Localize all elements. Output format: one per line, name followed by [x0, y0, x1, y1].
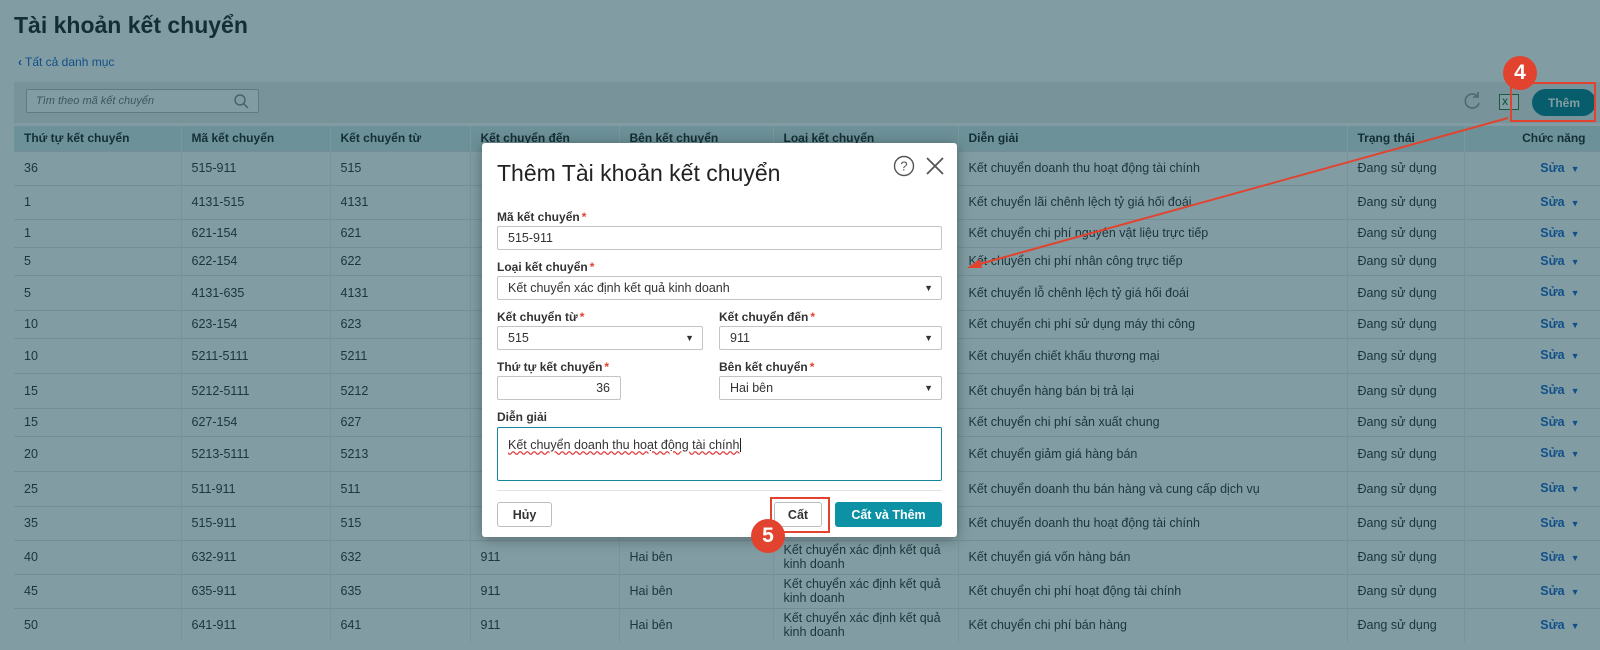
order-field[interactable]: 36: [497, 376, 621, 400]
description-value: Kết chuyển doanh thu hoạt động tài chính: [508, 438, 740, 452]
text-cursor: [740, 438, 742, 452]
to-label: Kết chuyển đến *: [719, 310, 815, 324]
order-label-text: Thứ tự kết chuyển: [497, 360, 603, 374]
help-icon[interactable]: ?: [893, 155, 915, 180]
dropdown-caret-icon: ▼: [924, 333, 933, 343]
from-value: 515: [508, 331, 529, 345]
required-mark: *: [809, 360, 815, 374]
type-select[interactable]: Kết chuyển xác định kết quả kinh doanh ▼: [497, 276, 942, 300]
code-label: Mã kết chuyển *: [497, 210, 586, 224]
dropdown-caret-icon: ▼: [924, 283, 933, 293]
from-label: Kết chuyển từ *: [497, 310, 584, 324]
to-select[interactable]: 911 ▼: [719, 326, 942, 350]
required-mark: *: [589, 260, 595, 274]
dialog-footer-divider: [497, 490, 942, 491]
type-label-text: Loại kết chuyển: [497, 260, 588, 274]
dropdown-caret-icon: ▼: [924, 383, 933, 393]
to-value: 911: [730, 331, 750, 345]
code-label-text: Mã kết chuyển: [497, 210, 580, 224]
add-transfer-account-dialog: Thêm Tài khoản kết chuyển ? Mã kết chuyể…: [482, 143, 957, 537]
order-label: Thứ tự kết chuyển *: [497, 360, 609, 374]
dialog-title: Thêm Tài khoản kết chuyển: [497, 160, 781, 186]
desc-label: Diễn giải: [497, 410, 548, 424]
order-value: 36: [596, 381, 610, 395]
side-select[interactable]: Hai bên ▼: [719, 376, 942, 400]
required-mark: *: [581, 210, 587, 224]
required-mark: *: [579, 310, 585, 324]
side-label: Bên kết chuyển *: [719, 360, 814, 374]
save-and-add-button[interactable]: Cất và Thêm: [835, 502, 942, 527]
required-mark: *: [604, 360, 610, 374]
description-textarea[interactable]: Kết chuyển doanh thu hoạt động tài chính: [497, 427, 942, 481]
to-label-text: Kết chuyển đến: [719, 310, 809, 324]
type-label: Loại kết chuyển *: [497, 260, 594, 274]
required-mark: *: [810, 310, 816, 324]
cancel-button[interactable]: Hủy: [497, 502, 552, 527]
from-label-text: Kết chuyển từ: [497, 310, 578, 324]
from-select[interactable]: 515 ▼: [497, 326, 703, 350]
close-icon[interactable]: [924, 155, 946, 180]
side-label-text: Bên kết chuyển: [719, 360, 808, 374]
code-value: 515-911: [508, 231, 553, 245]
dropdown-caret-icon: ▼: [685, 333, 694, 343]
side-value: Hai bên: [730, 381, 774, 395]
code-field[interactable]: 515-911: [497, 226, 942, 250]
svg-text:?: ?: [900, 159, 907, 174]
type-value: Kết chuyển xác định kết quả kinh doanh: [508, 281, 730, 295]
step-5-marker: 5: [751, 519, 785, 553]
